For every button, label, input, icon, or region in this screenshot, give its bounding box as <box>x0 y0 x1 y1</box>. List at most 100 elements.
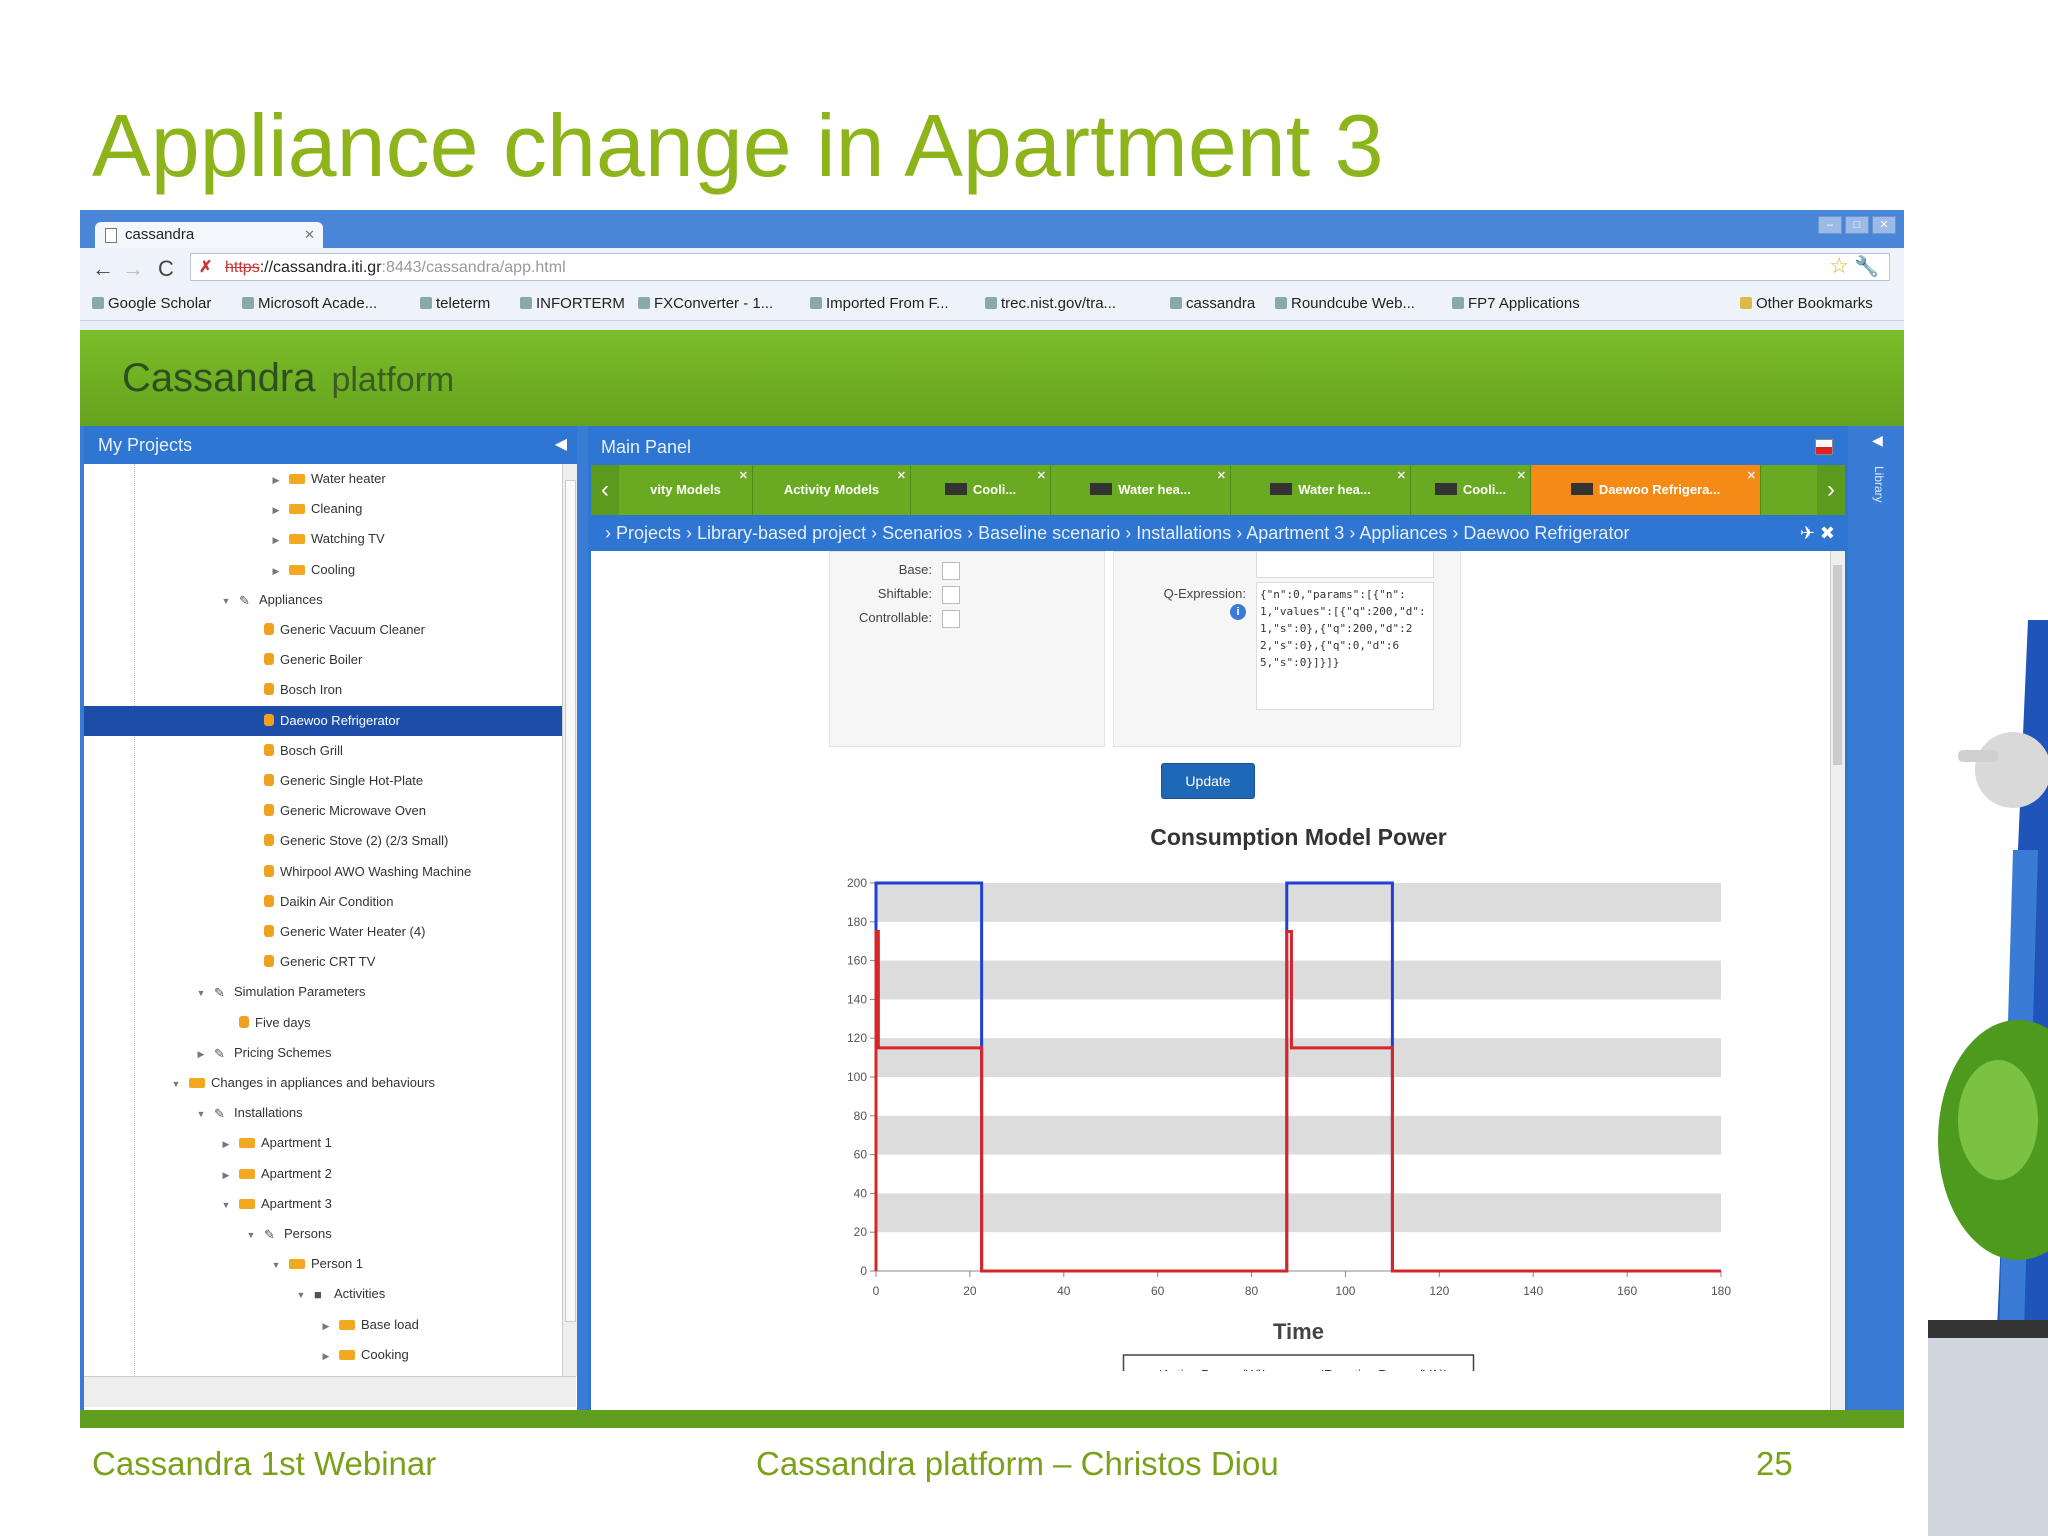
tree-node[interactable]: ▼ Person 1 <box>84 1249 562 1280</box>
bookmark-item[interactable]: Imported From F... <box>810 288 949 320</box>
bookmark-item[interactable]: FP7 Applications <box>1452 288 1580 320</box>
other-bookmarks[interactable]: Other Bookmarks <box>1740 288 1873 320</box>
bookmark-star-icon[interactable]: ☆ <box>1829 252 1849 280</box>
tree-node[interactable]: Generic Boiler <box>84 645 562 675</box>
tree-node[interactable]: Whirpool AWO Washing Machine <box>84 857 562 887</box>
tree-node[interactable]: Generic Vacuum Cleaner <box>84 615 562 645</box>
close-tab-icon[interactable]: ✕ <box>897 465 906 501</box>
close-tab-icon[interactable]: ✕ <box>1217 465 1226 501</box>
collapsed-icon[interactable]: ▶ <box>269 525 283 555</box>
editor-tab[interactable]: Water hea... ✕ <box>1231 465 1411 515</box>
bookmark-item[interactable]: teleterm <box>420 288 490 320</box>
tree-node[interactable]: ▶ Cooling <box>84 555 562 586</box>
tree-node[interactable]: ▼ Apartment 3 <box>84 1189 562 1220</box>
collapse-left-icon[interactable]: ◀ <box>555 426 567 464</box>
tree-node[interactable]: Generic Stove (2) (2/3 Small) <box>84 826 562 856</box>
tree-node[interactable]: ▶ Cleaning <box>84 494 562 525</box>
close-tab-icon[interactable]: ✕ <box>1517 465 1526 501</box>
tree-node[interactable]: ▶ Base load <box>84 1310 562 1341</box>
tree-node[interactable]: ▶ Watching TV <box>84 524 562 555</box>
tree-node[interactable]: ▶ Cooking <box>84 1340 562 1371</box>
tree-node[interactable]: ▼ ■ Activities <box>84 1279 562 1310</box>
editor-tab[interactable]: vity Models ✕ <box>619 465 753 515</box>
editor-tab[interactable]: Cooli... ✕ <box>911 465 1051 515</box>
wrench-icon[interactable]: 🔧 <box>1854 253 1879 281</box>
bookmark-item[interactable]: Roundcube Web... <box>1275 288 1415 320</box>
close-window-icon[interactable]: ✕ <box>1872 216 1896 234</box>
language-flag-icon[interactable] <box>1815 439 1833 455</box>
collapse-right-icon[interactable]: ◀ <box>1872 432 1883 449</box>
bookmark-item[interactable]: trec.nist.gov/tra... <box>985 288 1116 320</box>
upper-field[interactable] <box>1256 552 1434 578</box>
close-tab-icon[interactable]: ✕ <box>1747 465 1756 501</box>
tree-node[interactable]: Five days <box>84 1008 562 1038</box>
tree-node[interactable]: ▶ Apartment 2 <box>84 1159 562 1190</box>
collapsed-icon[interactable]: ▶ <box>219 1160 233 1190</box>
bookmark-item[interactable]: INFORTERM <box>520 288 625 320</box>
collapsed-icon[interactable]: ▶ <box>269 556 283 586</box>
tree-node[interactable]: ▼ ✎ Simulation Parameters <box>84 977 562 1008</box>
forward-icon[interactable]: → <box>122 256 144 282</box>
tree-node[interactable]: ▶ ✎ Pricing Schemes <box>84 1038 562 1069</box>
close-tab-icon[interactable]: ✕ <box>1037 465 1046 501</box>
bookmark-item[interactable]: cassandra <box>1170 288 1255 320</box>
collapsed-icon[interactable]: ▶ <box>319 1341 333 1371</box>
library-label[interactable]: Library <box>1872 466 1886 503</box>
expanded-icon[interactable]: ▼ <box>194 1099 208 1129</box>
bookmark-item[interactable]: Google Scholar <box>92 288 211 320</box>
info-icon[interactable]: i <box>1230 604 1246 620</box>
tabs-right-arrow-icon[interactable]: › <box>1817 465 1845 515</box>
tree-node[interactable]: Bosch Grill <box>84 736 562 766</box>
collapsed-icon[interactable]: ▶ <box>194 1039 208 1069</box>
qexpr-field[interactable]: {"n":0,"params":[{"n":1,"values":[{"q":2… <box>1256 582 1434 710</box>
tree-node[interactable]: ▼ ✎ Installations <box>84 1098 562 1129</box>
bookmark-item[interactable]: FXConverter - 1... <box>638 288 773 320</box>
minimize-icon[interactable]: – <box>1818 216 1842 234</box>
reload-icon[interactable]: C <box>158 256 174 282</box>
expanded-icon[interactable]: ▼ <box>244 1220 258 1250</box>
tree-node[interactable]: ▶ Water heater <box>84 464 562 495</box>
editor-tab[interactable]: Water hea... ✕ <box>1051 465 1231 515</box>
tree-node[interactable]: ▶ Apartment 1 <box>84 1128 562 1159</box>
tree-node[interactable]: ▼ ✎ Persons <box>84 1219 562 1250</box>
tree-node[interactable]: Generic Single Hot-Plate <box>84 766 562 796</box>
address-bar[interactable]: ✗ https://cassandra.iti.gr:8443/cassandr… <box>190 253 1890 281</box>
expanded-icon[interactable]: ▼ <box>219 1190 233 1220</box>
tree-hscrollbar[interactable] <box>84 1376 576 1407</box>
collapsed-icon[interactable]: ▶ <box>269 465 283 495</box>
breadcrumb-path[interactable]: › Projects › Library-based project › Sce… <box>605 523 1629 543</box>
tree-node[interactable]: ▼ Changes in appliances and behaviours <box>84 1068 562 1099</box>
editor-tab[interactable]: Daewoo Refrigera... ✕ <box>1531 465 1761 515</box>
controllable-checkbox[interactable] <box>942 610 960 628</box>
close-tab-icon[interactable]: ✕ <box>739 465 748 501</box>
editor-tab[interactable]: Cooli... ✕ <box>1411 465 1531 515</box>
maximize-icon[interactable]: □ <box>1845 216 1869 234</box>
expanded-icon[interactable]: ▼ <box>269 1250 283 1280</box>
expanded-icon[interactable]: ▼ <box>294 1280 308 1310</box>
collapsed-icon[interactable]: ▶ <box>269 495 283 525</box>
expanded-icon[interactable]: ▼ <box>169 1069 183 1099</box>
browser-tab[interactable]: cassandra ✕ <box>95 222 323 248</box>
editor-tab[interactable]: Activity Models ✕ <box>753 465 911 515</box>
expanded-icon[interactable]: ▼ <box>194 978 208 1008</box>
tree-node[interactable]: ▼ ✎ Appliances <box>84 585 562 616</box>
collapsed-icon[interactable]: ▶ <box>319 1311 333 1341</box>
tree-node[interactable]: Generic Microwave Oven <box>84 796 562 826</box>
tree-node[interactable]: Generic CRT TV <box>84 947 562 977</box>
pin-close-icon[interactable]: ✈ ✖ <box>1800 515 1835 551</box>
shiftable-checkbox[interactable] <box>942 586 960 604</box>
tree-node[interactable]: Daewoo Refrigerator <box>84 705 562 736</box>
close-tab-icon[interactable]: ✕ <box>304 222 315 248</box>
tree-node[interactable]: Daikin Air Condition <box>84 887 562 917</box>
tabs-left-arrow-icon[interactable]: ‹ <box>591 465 619 515</box>
collapsed-icon[interactable]: ▶ <box>219 1129 233 1159</box>
back-icon[interactable]: ← <box>92 256 114 282</box>
update-button[interactable]: Update <box>1161 763 1255 799</box>
close-tab-icon[interactable]: ✕ <box>1397 465 1406 501</box>
tree-scrollbar[interactable] <box>562 464 577 1376</box>
base-checkbox[interactable] <box>942 562 960 580</box>
tree-node[interactable]: Bosch Iron <box>84 675 562 705</box>
bookmark-item[interactable]: Microsoft Acade... <box>242 288 377 320</box>
tree-node[interactable]: Generic Water Heater (4) <box>84 917 562 947</box>
expanded-icon[interactable]: ▼ <box>219 586 233 616</box>
